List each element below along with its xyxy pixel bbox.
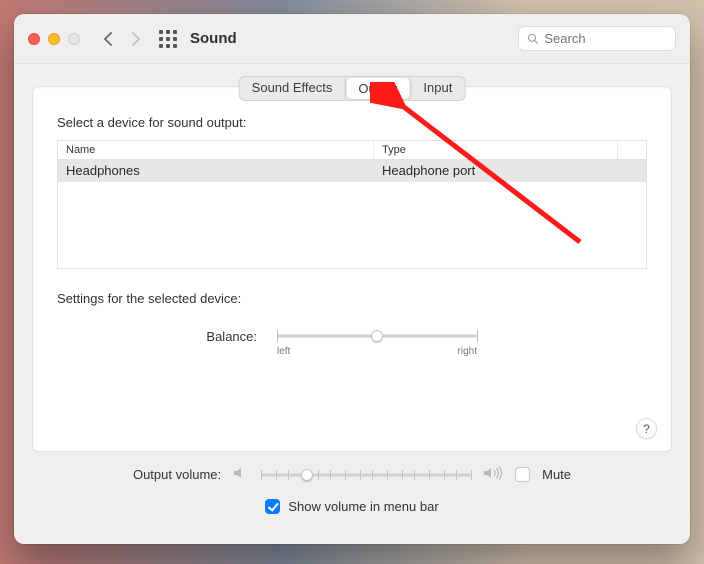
show-in-menubar-checkbox[interactable] (265, 499, 280, 514)
window-controls (28, 33, 80, 45)
column-header-type[interactable]: Type (374, 141, 618, 159)
slider-tick (372, 470, 373, 480)
minimize-button[interactable] (48, 33, 60, 45)
table-empty-area (58, 182, 646, 268)
output-volume-slider[interactable] (261, 467, 471, 483)
page-title: Sound (190, 30, 237, 47)
help-button[interactable]: ? (636, 418, 657, 439)
help-icon: ? (643, 422, 650, 436)
slider-tick (277, 330, 278, 342)
mute-checkbox[interactable] (515, 467, 530, 482)
footer: Output volume: (32, 466, 672, 514)
back-button[interactable] (96, 26, 122, 52)
tab-sound-effects[interactable]: Sound Effects (240, 77, 346, 100)
slider-tick (471, 470, 472, 480)
search-field[interactable] (518, 26, 676, 51)
table-row[interactable]: Headphones Headphone port (58, 160, 646, 182)
slider-tick (444, 470, 445, 480)
mute-label: Mute (542, 467, 571, 482)
close-button[interactable] (28, 33, 40, 45)
titlebar: Sound (14, 14, 690, 64)
balance-ticklabels: left right (277, 346, 477, 357)
zoom-button[interactable] (68, 33, 80, 45)
slider-tick (318, 470, 319, 480)
forward-button[interactable] (122, 26, 148, 52)
preferences-window: Sound Sound Effects Output Input Select … (14, 14, 690, 544)
search-input[interactable] (544, 31, 667, 46)
balance-left-label: left (277, 346, 290, 357)
output-volume-label: Output volume: (133, 467, 221, 482)
slider-tick (477, 330, 478, 342)
show-in-menubar-label: Show volume in menu bar (288, 499, 438, 514)
device-table: Name Type Headphones Headphone port (57, 140, 647, 269)
slider-track (261, 473, 471, 476)
output-device-label: Select a device for sound output: (57, 115, 647, 130)
chevron-left-icon (103, 32, 115, 46)
table-header: Name Type (58, 141, 646, 160)
search-icon (527, 32, 538, 45)
balance-row: Balance: (57, 328, 647, 344)
slider-tick (330, 470, 331, 480)
slider-tick (345, 470, 346, 480)
slider-tick (414, 470, 415, 480)
slider-tick (261, 470, 262, 480)
slider-tick (402, 470, 403, 480)
output-volume-row: Output volume: (32, 466, 672, 483)
cell-name: Headphones (58, 160, 374, 182)
balance-label: Balance: (57, 329, 257, 344)
cell-type: Headphone port (374, 160, 646, 182)
slider-tick (360, 470, 361, 480)
balance-right-label: right (458, 346, 477, 357)
slider-thumb[interactable] (301, 469, 313, 481)
slider-tick (288, 470, 289, 480)
column-header-spacer (618, 141, 646, 159)
balance-slider[interactable] (277, 328, 477, 344)
show-in-menubar-row: Show volume in menu bar (32, 499, 672, 514)
slider-tick (276, 470, 277, 480)
tab-input[interactable]: Input (411, 77, 464, 100)
slider-tick (456, 470, 457, 480)
speaker-high-icon (483, 466, 503, 483)
slider-tick (429, 470, 430, 480)
chevron-right-icon (129, 32, 141, 46)
speaker-low-icon (233, 466, 249, 483)
slider-tick (387, 470, 388, 480)
main-panel: Sound Effects Output Input Select a devi… (32, 86, 672, 452)
device-settings-label: Settings for the selected device: (57, 291, 647, 306)
table-body: Headphones Headphone port (58, 160, 646, 268)
show-all-button[interactable] (156, 27, 180, 51)
tab-output[interactable]: Output (346, 78, 410, 99)
tabs: Sound Effects Output Input (239, 76, 466, 101)
column-header-name[interactable]: Name (58, 141, 374, 159)
slider-thumb[interactable] (371, 330, 383, 342)
